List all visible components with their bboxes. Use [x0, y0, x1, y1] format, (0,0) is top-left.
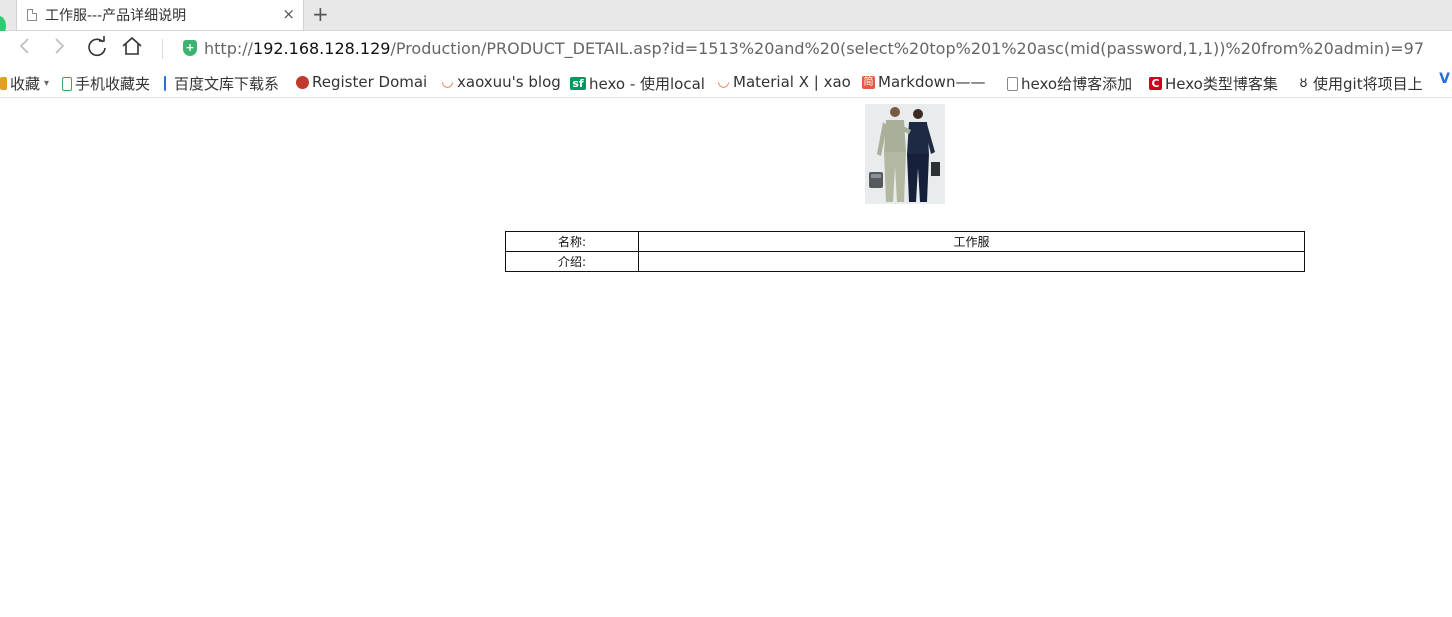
tab-title: 工作服---产品详细说明	[45, 8, 187, 24]
bookmark-item[interactable]: sf hexo - 使用local	[570, 73, 705, 94]
address-bar[interactable]: http://192.168.128.129/Production/PRODUC…	[204, 39, 1424, 58]
url-host: 192.168.128.129	[253, 39, 391, 58]
intro-value	[638, 251, 1305, 272]
bookmark-item[interactable]: hexo给博客添加	[1007, 73, 1132, 94]
bookmark-item[interactable]: ◡ Material X | xao	[717, 73, 850, 91]
page-icon	[1007, 76, 1018, 91]
smile-icon: ◡	[717, 73, 730, 90]
tab-strip: 工作服---产品详细说明 × +	[0, 0, 1452, 31]
table-row: 介绍:	[505, 251, 1305, 272]
chevron-left-icon	[19, 38, 29, 54]
home-icon	[122, 36, 142, 55]
c-icon: C	[1149, 77, 1162, 90]
home-button[interactable]	[121, 35, 143, 62]
toolbar-divider	[162, 39, 163, 59]
bookmark-item[interactable]: ◡ xaoxuu's blog	[441, 73, 560, 91]
register-icon	[296, 75, 309, 89]
browser-toolbar: + http://192.168.128.129/Production/PROD…	[0, 31, 1452, 67]
chevron-down-icon: ▾	[44, 78, 50, 89]
favorites-icon	[0, 77, 7, 90]
product-image	[865, 104, 945, 204]
name-value: 工作服	[638, 231, 1305, 252]
url-scheme: http://	[204, 39, 254, 58]
forward-button[interactable]	[52, 37, 66, 60]
bookmark-item[interactable]: ȣ 使用git将项目上	[1297, 73, 1423, 94]
back-button[interactable]	[18, 37, 32, 60]
product-detail-table: 名称: 工作服 介绍:	[505, 231, 1305, 272]
bookmark-item[interactable]: C Hexo类型博客集	[1149, 73, 1278, 94]
sf-icon: sf	[570, 77, 586, 90]
reload-button[interactable]	[86, 36, 108, 63]
url-path: /Production/PRODUCT_DETAIL.asp?id=1513%2…	[390, 39, 1424, 58]
smile-icon: ◡	[441, 73, 454, 90]
bookmark-item[interactable]: 百度文库下载系	[164, 73, 279, 94]
reload-icon	[88, 36, 106, 57]
active-tab[interactable]: 工作服---产品详细说明 ×	[16, 0, 304, 30]
v-icon: V	[1439, 71, 1450, 87]
bookmark-item[interactable]: 简 Markdown——	[862, 73, 985, 91]
page-icon	[27, 9, 37, 21]
shield-icon[interactable]: +	[183, 40, 197, 56]
bookmark-overflow[interactable]: V	[1438, 71, 1452, 87]
phone-icon	[62, 76, 72, 91]
chevron-right-icon	[55, 38, 65, 54]
bookmark-favorites[interactable]: 收藏 ▾	[0, 73, 49, 94]
bar-icon	[164, 76, 166, 91]
name-label: 名称:	[505, 231, 639, 252]
bookmark-item[interactable]: Register Domai	[296, 73, 427, 91]
intro-label: 介绍:	[505, 251, 639, 272]
new-tab-button[interactable]: +	[312, 2, 329, 26]
bookmarks-bar: 收藏 ▾ 手机收藏夹 百度文库下载系 Register Domai ◡ xaoxuu…	[0, 67, 1452, 98]
git-icon: ȣ	[1299, 76, 1308, 91]
bookmark-item[interactable]: 手机收藏夹	[62, 73, 150, 94]
close-tab-icon[interactable]: ×	[282, 5, 295, 23]
jian-icon: 简	[862, 75, 875, 89]
table-row: 名称: 工作服	[505, 231, 1305, 252]
